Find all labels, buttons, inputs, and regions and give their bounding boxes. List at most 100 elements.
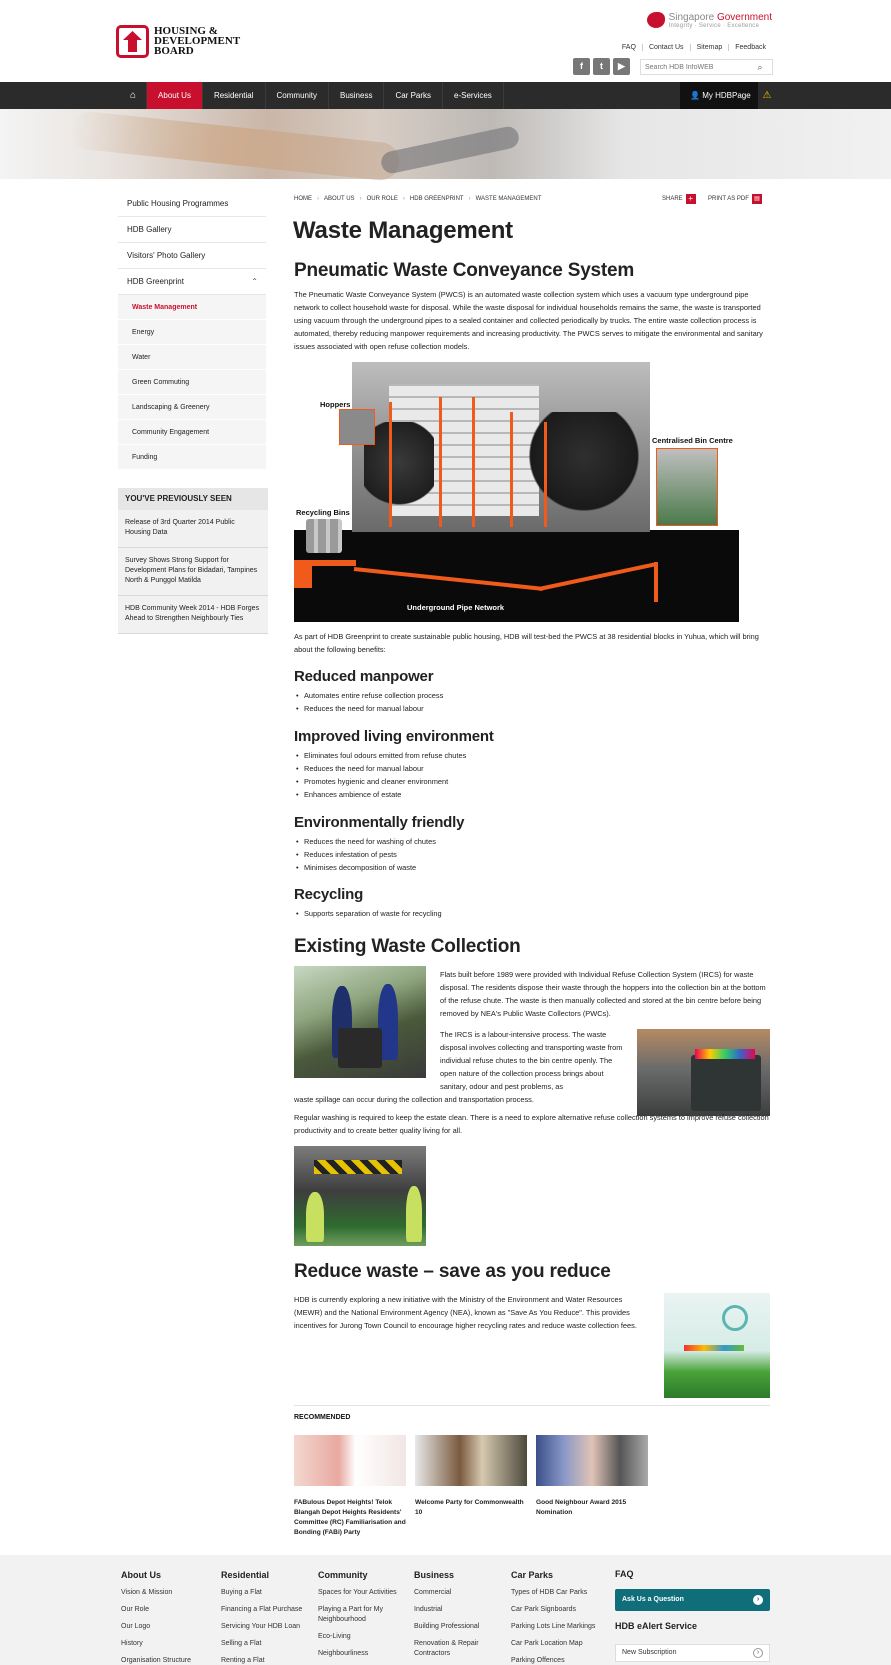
divider xyxy=(294,1405,770,1406)
search-icon[interactable]: ⌕ xyxy=(753,62,767,73)
share-label: SHARE xyxy=(662,196,683,202)
list-item: Promotes hygienic and cleaner environmen… xyxy=(296,775,466,788)
nav-residential[interactable]: Residential xyxy=(203,82,266,109)
sidebar-sub-landscaping[interactable]: Landscaping & Greenery xyxy=(118,395,266,420)
footer-heading[interactable]: Business xyxy=(414,1570,494,1580)
facebook-icon[interactable]: f xyxy=(573,58,590,75)
alert-icon[interactable]: ⚠ xyxy=(758,82,776,109)
list-item: Reduces the need for washing of chutes xyxy=(296,835,436,848)
footer-link[interactable]: Car Park Location Map xyxy=(511,1639,595,1649)
previously-seen-title: YOU'VE PREVIOUSLY SEEN xyxy=(118,488,268,510)
footer-link[interactable]: Types of HDB Car Parks xyxy=(511,1588,595,1598)
sidebar-sub-community-engagement[interactable]: Community Engagement xyxy=(118,420,266,445)
ask-question-button[interactable]: Ask Us a Question › xyxy=(615,1589,770,1611)
chevron-up-icon[interactable]: ⌃ xyxy=(251,269,258,295)
sidebar-sub-green-commuting[interactable]: Green Commuting xyxy=(118,370,266,395)
card-thumbnail xyxy=(536,1435,648,1486)
footer-heading[interactable]: Residential xyxy=(221,1570,302,1580)
section-body: Flats built before 1989 were provided wi… xyxy=(440,970,766,1018)
footer-link[interactable]: Vision & Mission xyxy=(121,1588,191,1598)
section-body: waste spillage can occur during the coll… xyxy=(294,1095,534,1104)
breadcrumb-about-us[interactable]: ABOUT US xyxy=(324,196,355,202)
footer-link[interactable]: Neighbourliness xyxy=(318,1649,408,1659)
youtube-icon[interactable]: ▶ xyxy=(613,58,630,75)
sidebar-sub-energy[interactable]: Energy xyxy=(118,320,266,345)
list-item: Enhances ambience of estate xyxy=(296,788,466,801)
chevron-right-icon: › xyxy=(753,1595,763,1605)
nav-business[interactable]: Business xyxy=(329,82,385,109)
sidebar-item-gallery[interactable]: HDB Gallery xyxy=(118,217,266,243)
breadcrumb-current: WASTE MANAGEMENT xyxy=(475,196,542,202)
print-pdf-button[interactable]: PRINT AS PDF ▤ xyxy=(708,194,762,204)
new-subscription-button[interactable]: New Subscription › xyxy=(615,1644,770,1662)
breadcrumb-our-role[interactable]: OUR ROLE xyxy=(367,196,398,202)
footer-heading[interactable]: Community xyxy=(318,1570,408,1580)
twitter-icon[interactable]: t xyxy=(593,58,610,75)
my-hdb-page-button[interactable]: 👤 My HDBPage xyxy=(680,82,758,109)
footer-link[interactable]: Car Park Signboards xyxy=(511,1605,595,1615)
benefit-heading: Recycling xyxy=(294,886,364,903)
footer-heading[interactable]: FAQ xyxy=(615,1569,634,1579)
list-item: Reduces the need for manual labour xyxy=(296,762,466,775)
pipe-network-label: Underground Pipe Network xyxy=(407,603,505,612)
sidebar-item-greenprint[interactable]: HDB Greenprint ⌃ xyxy=(118,269,266,295)
footer-link[interactable]: Buying a Flat xyxy=(221,1588,302,1598)
footer-link[interactable]: Our Role xyxy=(121,1605,191,1615)
card-thumbnail xyxy=(294,1435,406,1486)
nav-community[interactable]: Community xyxy=(266,82,329,109)
footer-heading[interactable]: About Us xyxy=(121,1570,191,1580)
footer-link[interactable]: Organisation Structure xyxy=(121,1656,191,1665)
footer-link[interactable]: History xyxy=(121,1639,191,1649)
util-link-contact[interactable]: Contact Us xyxy=(641,44,690,51)
footer-link[interactable]: Building Professional xyxy=(414,1622,494,1632)
sidebar-item-photo-gallery[interactable]: Visitors' Photo Gallery xyxy=(118,243,266,269)
section-heading: Reduce waste – save as you reduce xyxy=(294,1261,611,1282)
recommended-card[interactable]: Welcome Party for Commonwealth 10 xyxy=(415,1435,527,1518)
previously-seen-item[interactable]: Survey Shows Strong Support for Developm… xyxy=(118,548,268,596)
footer-link[interactable]: Industrial xyxy=(414,1605,494,1615)
footer-link[interactable]: Parking Lots Line Markings xyxy=(511,1622,595,1632)
footer-link[interactable]: Financing a Flat Purchase xyxy=(221,1605,302,1615)
nav-car-parks[interactable]: Car Parks xyxy=(384,82,444,109)
nav-e-services[interactable]: e-Services xyxy=(443,82,504,109)
footer-link[interactable]: Servicing Your HDB Loan xyxy=(221,1622,302,1632)
section-body: Regular washing is required to keep the … xyxy=(294,1113,769,1135)
sidebar-sub-waste-management[interactable]: Waste Management xyxy=(118,295,266,320)
util-link-feedback[interactable]: Feedback xyxy=(728,44,772,51)
home-icon[interactable]: ⌂ xyxy=(120,82,148,109)
share-button[interactable]: SHARE + xyxy=(662,194,696,204)
footer-link[interactable]: Selling a Flat xyxy=(221,1639,302,1649)
list-item: Reduces the need for manual labour xyxy=(296,702,443,715)
footer-link[interactable]: Parking Offences xyxy=(511,1656,595,1665)
benefit-heading: Improved living environment xyxy=(294,728,494,745)
sidebar-item-public-housing[interactable]: Public Housing Programmes xyxy=(118,191,266,217)
singapore-government-badge[interactable]: Singapore Government Integrity · Service… xyxy=(646,10,772,30)
hdb-logo[interactable]: HOUSING & DEVELOPMENT BOARD xyxy=(116,24,256,58)
util-link-sitemap[interactable]: Sitemap xyxy=(689,44,729,51)
utility-links: FAQ Contact Us Sitemap Feedback xyxy=(616,44,772,51)
centralised-bin-label: Centralised Bin Centre xyxy=(652,436,733,445)
sidebar-sub-water[interactable]: Water xyxy=(118,345,266,370)
footer-link[interactable]: Our Logo xyxy=(121,1622,191,1632)
footer-heading[interactable]: Car Parks xyxy=(511,1570,595,1580)
util-link-faq[interactable]: FAQ xyxy=(616,44,642,51)
footer-link[interactable]: Commercial xyxy=(414,1588,494,1598)
sidebar-sub-funding[interactable]: Funding xyxy=(118,445,266,470)
footer-column-community: Community Spaces for Your Activities Pla… xyxy=(318,1570,408,1665)
search-input[interactable] xyxy=(641,63,753,71)
footer-link[interactable]: Eco-Living xyxy=(318,1632,408,1642)
nav-about-us[interactable]: About Us xyxy=(147,82,203,109)
footer-link[interactable]: Spaces for Your Activities xyxy=(318,1588,408,1598)
breadcrumb-home[interactable]: HOME xyxy=(294,196,312,202)
previously-seen-item[interactable]: HDB Community Week 2014 - HDB Forges Ahe… xyxy=(118,596,268,634)
pdf-icon: ▤ xyxy=(751,194,762,204)
footer-link[interactable]: Playing a Part for My Neighbourhood xyxy=(318,1605,408,1625)
recommended-card[interactable]: Good Neighbour Award 2015 Nomination xyxy=(536,1435,648,1518)
previously-seen-item[interactable]: Release of 3rd Quarter 2014 Public Housi… xyxy=(118,510,268,548)
recommended-card[interactable]: FABulous Depot Heights! Telok Blangah De… xyxy=(294,1435,406,1538)
footer-link[interactable]: Renovation & Repair Contractors xyxy=(414,1639,494,1659)
benefit-heading: Reduced manpower xyxy=(294,668,434,685)
recommended-title: RECOMMENDED xyxy=(294,1414,351,1421)
breadcrumb-greenprint[interactable]: HDB GREENPRINT xyxy=(410,196,464,202)
footer-link[interactable]: Renting a Flat xyxy=(221,1656,302,1665)
